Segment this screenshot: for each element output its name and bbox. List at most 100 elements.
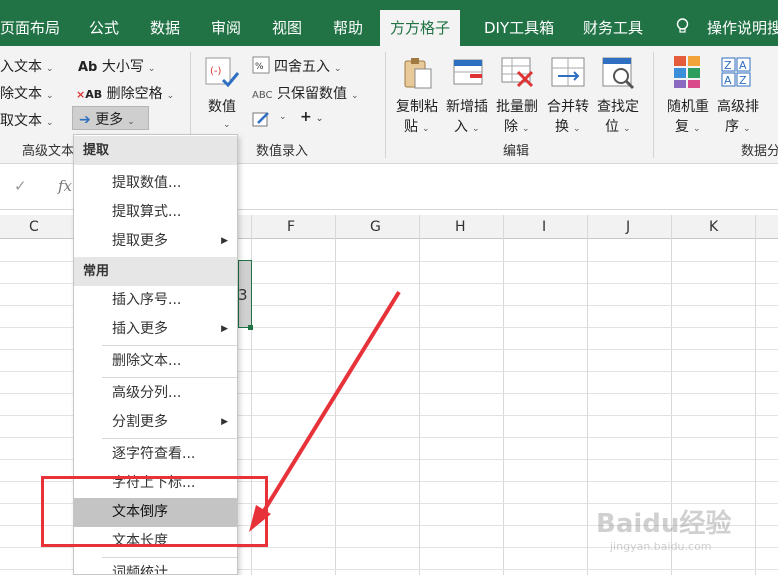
case-button[interactable]: Ab 大小写 ⌄ <box>78 56 155 76</box>
gridline <box>503 215 504 575</box>
delete-text-button[interactable]: 除文本 ⌄ <box>0 83 54 103</box>
tab-formulas[interactable]: 公式 <box>89 0 119 46</box>
column-header-j[interactable]: J <box>626 219 630 235</box>
menu-separator <box>102 438 237 439</box>
svg-text:A: A <box>739 59 747 72</box>
remove-spaces-icon: ×AB <box>76 88 103 101</box>
submenu-arrow-icon: ▶ <box>221 417 228 427</box>
check-icon[interactable]: ✓ <box>14 177 27 195</box>
watermark-url: jingyan.baidu.com <box>610 540 712 553</box>
clipboard-icon <box>404 58 432 89</box>
column-header-g[interactable]: G <box>370 219 381 235</box>
group-separator <box>385 52 386 158</box>
menu-section-extract: 提取 <box>74 136 237 165</box>
gridline <box>587 215 588 575</box>
menu-separator <box>102 377 237 378</box>
excel-window: { "tabs": { "page_layout": "页面布局", "form… <box>0 0 778 575</box>
batch-delete-line1[interactable]: 批量删 <box>496 96 538 116</box>
gridline <box>755 215 756 575</box>
find-locate-icon <box>602 57 635 90</box>
group-label-advanced-text: 高级文本 <box>22 144 75 159</box>
more-button-content[interactable]: ➔ 更多 ⌄ <box>79 109 135 129</box>
svg-text:Z: Z <box>739 74 747 87</box>
svg-text:%: % <box>255 62 264 72</box>
batch-delete-line2[interactable]: 除 ⌄ <box>504 116 530 136</box>
cell-value[interactable]: 3 <box>238 286 248 304</box>
menu-item-insert-sequence[interactable]: 插入序号... <box>74 286 237 315</box>
advanced-sort-line2[interactable]: 序 ⌄ <box>725 116 751 136</box>
menu-item-extract-value[interactable]: 提取数值... <box>74 169 237 198</box>
tell-me-search[interactable]: 操作说明搜 <box>707 0 778 46</box>
find-locate-line1[interactable]: 查找定 <box>597 96 639 116</box>
chevron-down-icon[interactable]: ⌄ <box>279 112 287 122</box>
menu-item-extract-formula[interactable]: 提取算式... <box>74 198 237 227</box>
random-repeat-line2[interactable]: 复 ⌄ <box>675 116 701 136</box>
remove-spaces-button[interactable]: ×AB 删除空格 ⌄ <box>76 83 174 103</box>
random-repeat-line1[interactable]: 随机重 <box>667 96 709 116</box>
menu-item-insert-more[interactable]: 插入更多 ▶ <box>74 315 237 344</box>
fill-handle[interactable] <box>248 325 253 330</box>
plus-button[interactable]: + ⌄ <box>300 109 323 125</box>
ab-case-icon: Ab <box>78 60 98 75</box>
column-header-k[interactable]: K <box>709 219 718 235</box>
menu-item-word-frequency[interactable]: 词频统计... <box>74 559 237 574</box>
advanced-sort-icon: Z AA Z <box>721 57 751 87</box>
gridline <box>335 215 336 575</box>
round-button[interactable]: 四舍五入 ⌄ <box>274 56 342 76</box>
tab-review[interactable]: 审阅 <box>211 0 241 46</box>
svg-text:Z: Z <box>724 59 732 72</box>
svg-text:(-): (-) <box>210 66 222 77</box>
menu-item-char-view[interactable]: 逐字符查看... <box>74 440 237 469</box>
tab-view[interactable]: 视图 <box>272 0 302 46</box>
menu-separator <box>102 557 237 558</box>
tab-diy-toolbox[interactable]: DIY工具箱 <box>484 0 554 46</box>
lightbulb-icon[interactable] <box>676 18 689 34</box>
menu-section-common: 常用 <box>74 257 237 286</box>
menu-item-advanced-split[interactable]: 高级分列... <box>74 379 237 408</box>
gridline <box>419 215 420 575</box>
keep-values-button[interactable]: ABC 只保留数值 ⌄ <box>252 83 359 103</box>
column-header-h[interactable]: H <box>455 219 466 235</box>
merge-convert-line2[interactable]: 换 ⌄ <box>555 116 581 136</box>
group-label-numeric-entry: 数值录入 <box>256 144 309 159</box>
tab-data[interactable]: 数据 <box>150 0 180 46</box>
tab-page-layout[interactable]: 页面布局 <box>0 0 60 46</box>
random-repeat-icon <box>674 56 700 88</box>
new-insert-line1[interactable]: 新增插 <box>446 96 488 116</box>
find-locate-line2[interactable]: 位 ⌄ <box>605 116 631 136</box>
edit-icon[interactable] <box>252 110 272 128</box>
submenu-arrow-icon: ▶ <box>221 236 228 246</box>
abc-icon: ABC <box>252 90 273 101</box>
ribbon-tab-bar: 页面布局 公式 数据 审阅 视图 帮助 方方格子 DIY工具箱 财务工具 操作说… <box>0 0 778 46</box>
round-icon: % <box>252 56 270 74</box>
advanced-sort-line1[interactable]: 高级排 <box>717 96 759 116</box>
column-header-c[interactable]: C <box>29 219 39 235</box>
submenu-arrow-icon: ▶ <box>221 324 228 334</box>
fx-icon[interactable]: fx <box>58 177 72 195</box>
new-insert-line2[interactable]: 入 ⌄ <box>454 116 480 136</box>
column-header-i[interactable]: I <box>542 219 546 235</box>
numeric-button-line1[interactable]: 数 <box>208 96 222 116</box>
copy-paste-line2[interactable]: 贴 ⌄ <box>404 116 430 136</box>
extract-text-button[interactable]: 取文本 ⌄ <box>0 110 54 130</box>
tab-fangfang[interactable]: 方方格子 <box>380 10 461 46</box>
merge-convert-line1[interactable]: 合并转 <box>547 96 589 116</box>
watermark-brand: Baidu经验 <box>596 509 732 539</box>
menu-item-extract-more[interactable]: 提取更多 ▶ <box>74 227 237 256</box>
batch-delete-icon <box>501 57 534 88</box>
menu-item-delete-text[interactable]: 删除文本... <box>74 347 237 376</box>
arrow-right-icon: ➔ <box>79 112 91 128</box>
chevron-down-icon[interactable]: ⌄ <box>223 120 231 130</box>
menu-item-split-more[interactable]: 分割更多 ▶ <box>74 408 237 437</box>
tab-help[interactable]: 帮助 <box>333 0 363 46</box>
group-label-data-analysis: 数据分 <box>741 144 778 159</box>
menu-separator <box>102 345 237 346</box>
merge-convert-icon <box>551 57 585 87</box>
group-separator <box>653 52 654 158</box>
tab-finance-tools[interactable]: 财务工具 <box>583 0 643 46</box>
copy-paste-line1[interactable]: 复制粘 <box>396 96 438 116</box>
svg-text:A: A <box>724 74 732 87</box>
column-header-f[interactable]: F <box>287 219 295 235</box>
numeric-button-line2[interactable]: 值 <box>222 96 236 116</box>
insert-text-button[interactable]: 入文本 ⌄ <box>0 56 54 76</box>
